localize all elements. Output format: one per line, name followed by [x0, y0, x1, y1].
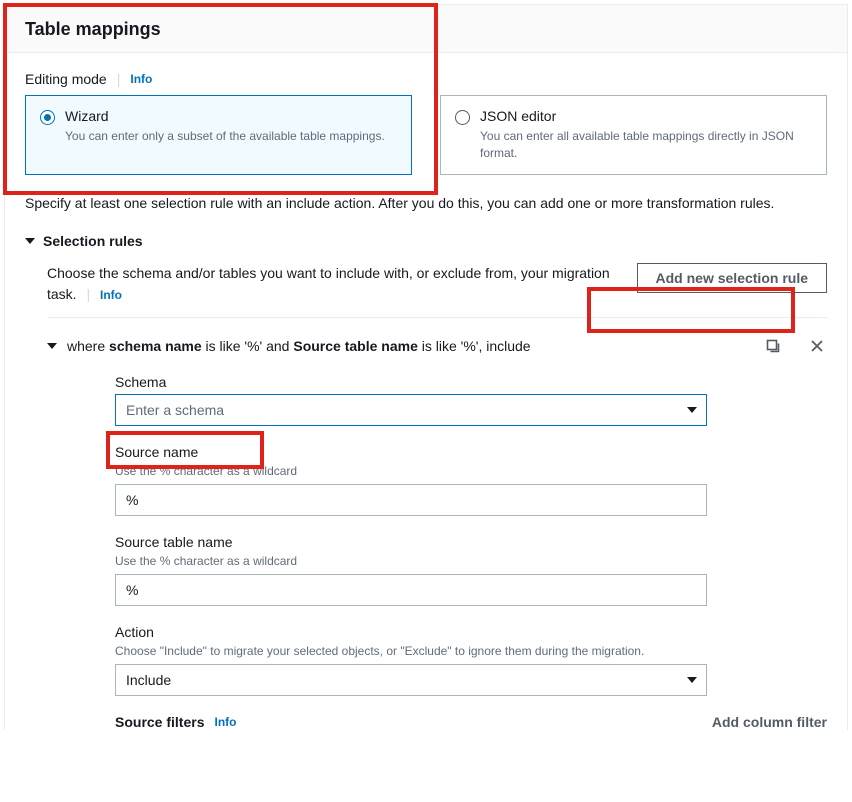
instruction-text: Specify at least one selection rule with…	[25, 195, 827, 211]
copy-icon	[765, 338, 781, 354]
action-select[interactable]: Include	[115, 664, 707, 696]
copy-rule-button[interactable]	[763, 336, 783, 356]
delete-rule-button[interactable]	[807, 336, 827, 356]
selection-rules-title: Selection rules	[43, 233, 143, 249]
mode-wizard-card[interactable]: Wizard You can enter only a subset of th…	[25, 95, 412, 175]
add-selection-rule-button[interactable]: Add new selection rule	[637, 263, 827, 293]
action-hint: Choose "Include" to migrate your selecte…	[115, 644, 707, 658]
editing-mode-info-link[interactable]: Info	[130, 72, 152, 86]
action-select-display: Include	[115, 664, 707, 696]
mode-wizard-title: Wizard	[65, 108, 385, 124]
caret-down-icon	[47, 343, 57, 349]
add-column-filter-button[interactable]: Add column filter	[712, 714, 827, 730]
mode-wizard-desc: You can enter only a subset of the avail…	[65, 128, 385, 145]
rule-summary: where schema name is like '%' and Source…	[67, 338, 531, 354]
rule-toggle[interactable]: where schema name is like '%' and Source…	[47, 338, 531, 354]
schema-label: Schema	[115, 374, 707, 390]
divider	[47, 317, 827, 318]
selection-rules-info-link[interactable]: Info	[100, 288, 122, 302]
editing-mode-label: Editing mode	[25, 71, 107, 87]
source-table-input[interactable]	[115, 574, 707, 606]
selection-rules-desc: Choose the schema and/or tables you want…	[47, 265, 610, 302]
schema-select-display: Enter a schema	[115, 394, 707, 426]
source-table-hint: Use the % character as a wildcard	[115, 554, 707, 568]
close-icon	[809, 338, 825, 354]
source-name-hint: Use the % character as a wildcard	[115, 464, 707, 478]
source-name-label: Source name	[115, 444, 707, 460]
source-name-input[interactable]	[115, 484, 707, 516]
mode-json-desc: You can enter all available table mappin…	[480, 128, 812, 162]
action-label: Action	[115, 624, 707, 640]
radio-icon	[455, 110, 470, 125]
mode-json-card[interactable]: JSON editor You can enter all available …	[440, 95, 827, 175]
source-filters-info-link[interactable]: Info	[214, 715, 236, 729]
schema-select[interactable]: Enter a schema	[115, 394, 707, 426]
selection-rules-toggle[interactable]: Selection rules	[25, 233, 827, 249]
source-filters-label: Source filters	[115, 714, 204, 730]
radio-icon	[40, 110, 55, 125]
panel-title: Table mappings	[25, 19, 827, 40]
caret-down-icon	[25, 238, 35, 244]
source-table-label: Source table name	[115, 534, 707, 550]
mode-json-title: JSON editor	[480, 108, 812, 124]
